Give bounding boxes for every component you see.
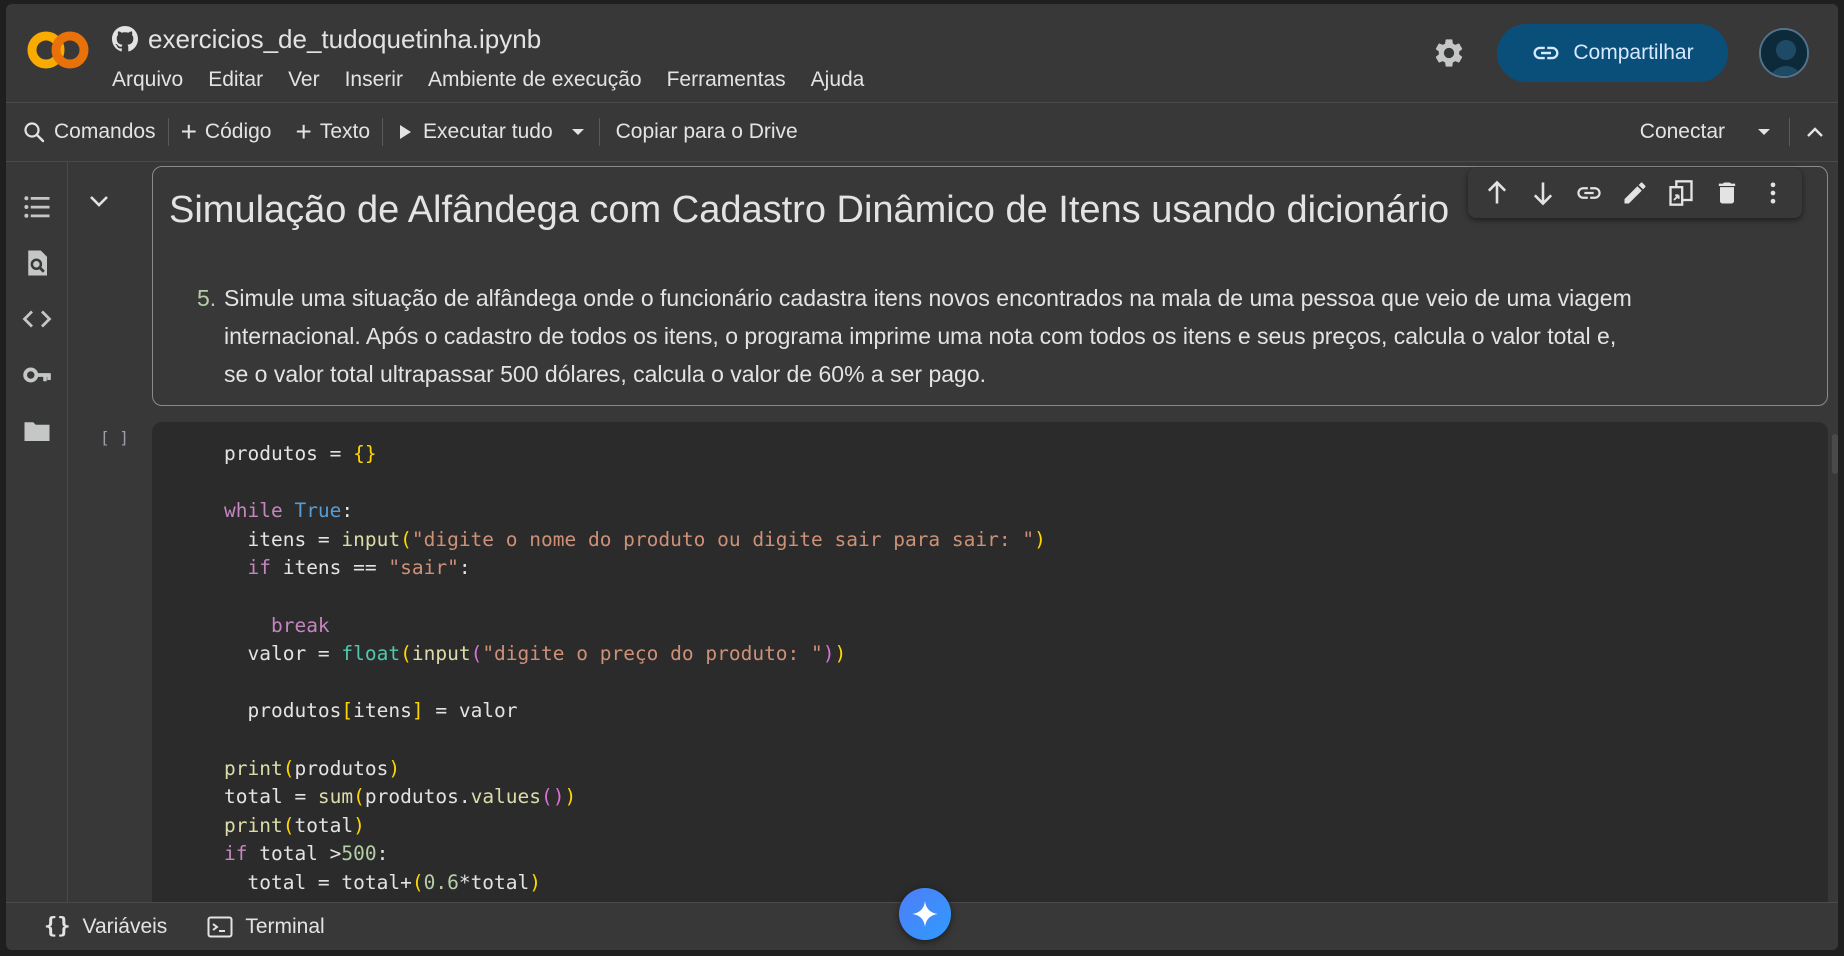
add-code-button[interactable]: + Código — [169, 103, 284, 161]
link-icon[interactable] — [1575, 179, 1603, 207]
menu-arquivo[interactable]: Arquivo — [112, 68, 183, 92]
add-text-button[interactable]: + Texto — [283, 103, 382, 161]
toolbar-right: Conectar — [1628, 103, 1838, 161]
cell-toolbar — [1468, 168, 1802, 218]
mirror-cell-icon[interactable] — [1667, 179, 1695, 207]
code-editor[interactable]: produtos = {} while True: itens = input(… — [224, 440, 1046, 898]
header: exercicios_de_tudoquetinha.ipynb Arquivo… — [6, 4, 1838, 102]
menu-inserir[interactable]: Inserir — [345, 68, 403, 92]
menu-ambiente[interactable]: Ambiente de execução — [428, 68, 642, 92]
connect-button[interactable]: Conectar — [1628, 103, 1737, 161]
key-icon[interactable] — [22, 360, 52, 390]
code-cell[interactable]: produtos = {} while True: itens = input(… — [152, 422, 1828, 912]
more-vert-icon[interactable] — [1759, 179, 1787, 207]
copy-to-drive-label: Copiar para o Drive — [615, 120, 798, 143]
connect-label: Conectar — [1639, 120, 1725, 143]
edit-pencil-icon[interactable] — [1621, 179, 1649, 207]
chevron-down-icon[interactable] — [88, 194, 110, 208]
list-number: 5. — [197, 285, 217, 311]
move-up-icon[interactable] — [1483, 179, 1511, 207]
run-all-dropdown[interactable] — [557, 103, 599, 161]
move-down-icon[interactable] — [1529, 179, 1557, 207]
variables-label: Variáveis — [82, 914, 168, 938]
user-avatar-icon — [1761, 30, 1807, 76]
code-snippets-icon[interactable] — [22, 304, 52, 334]
menu-bar: Arquivo Editar Ver Inserir Ambiente de e… — [112, 68, 864, 92]
github-icon — [112, 26, 138, 52]
play-icon — [400, 125, 412, 139]
colab-logo-icon[interactable] — [26, 30, 90, 70]
connect-dropdown[interactable] — [1737, 103, 1789, 161]
run-cell-indicator[interactable]: [ ] — [100, 428, 129, 447]
cell-gutter — [68, 162, 152, 902]
copy-to-drive-button[interactable]: Copiar para o Drive — [600, 103, 810, 161]
chevron-up-icon — [1807, 127, 1823, 137]
left-sidebar — [6, 162, 68, 902]
sparkle-icon — [912, 901, 938, 927]
avatar[interactable] — [1759, 28, 1809, 78]
gear-icon[interactable] — [1432, 36, 1466, 70]
variables-button[interactable]: {} Variáveis — [6, 914, 187, 939]
run-all-button[interactable]: Executar tudo — [383, 103, 557, 161]
terminal-icon — [207, 916, 233, 937]
link-icon — [1533, 46, 1559, 60]
find-replace-icon[interactable] — [22, 248, 52, 278]
menu-ajuda[interactable]: Ajuda — [811, 68, 865, 92]
braces-icon: {} — [44, 914, 71, 939]
cell-paragraph: 5. Simule uma situação de alfândega onde… — [197, 279, 1817, 393]
menu-ver[interactable]: Ver — [288, 68, 320, 92]
caret-down-icon — [1758, 129, 1770, 135]
collapse-header-button[interactable] — [1790, 103, 1838, 161]
menu-ferramentas[interactable]: Ferramentas — [667, 68, 786, 92]
plus-icon: + — [295, 116, 312, 147]
notebook-toolbar: Comandos + Código + Texto Executar tudo … — [6, 102, 1838, 162]
notebook-title[interactable]: exercicios_de_tudoquetinha.ipynb — [148, 24, 541, 55]
search-icon — [24, 122, 45, 143]
terminal-button[interactable]: Terminal — [187, 915, 344, 939]
folder-icon[interactable] — [22, 416, 52, 446]
app-window: exercicios_de_tudoquetinha.ipynb Arquivo… — [6, 4, 1838, 950]
share-label: Compartilhar — [1573, 41, 1694, 64]
terminal-label: Terminal — [245, 914, 325, 938]
commands-label: Comandos — [54, 120, 156, 143]
add-code-label: Código — [204, 120, 272, 143]
list-item-text: Simule uma situação de alfândega onde o … — [224, 285, 1632, 387]
gemini-button[interactable] — [899, 888, 951, 940]
run-all-label: Executar tudo — [423, 120, 553, 143]
caret-down-icon — [571, 129, 584, 135]
title-row: exercicios_de_tudoquetinha.ipynb — [112, 22, 541, 56]
delete-icon[interactable] — [1713, 179, 1741, 207]
table-of-contents-icon[interactable] — [22, 192, 52, 222]
cell-heading: Simulação de Alfândega com Cadastro Dinâ… — [169, 189, 1450, 231]
add-text-label: Texto — [319, 120, 371, 143]
plus-icon: + — [180, 116, 197, 147]
commands-button[interactable]: Comandos — [6, 103, 168, 161]
share-button[interactable]: Compartilhar — [1497, 24, 1728, 82]
scrollbar[interactable] — [1832, 434, 1838, 474]
menu-editar[interactable]: Editar — [208, 68, 263, 92]
